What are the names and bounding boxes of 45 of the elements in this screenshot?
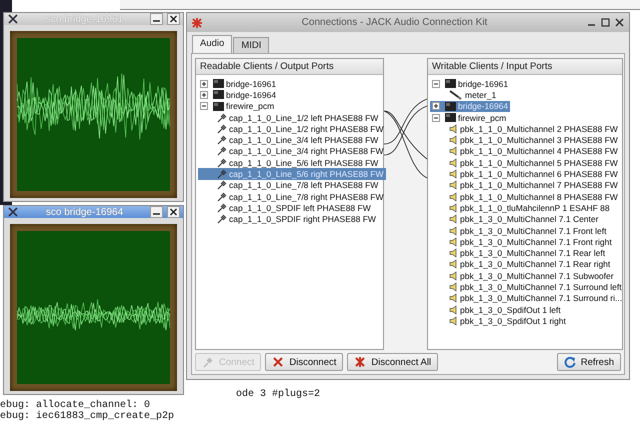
disconnect-all-button[interactable]: Disconnect All [347,353,438,371]
tree-item[interactable]: pbk_1_3_0_MultiChannel 7.1 Center [430,214,600,225]
tree-item[interactable]: pbk_1_3_0_MultiChannel 7.1 Surround left [430,281,624,293]
refresh-button[interactable]: Refresh [556,353,621,371]
tree-item[interactable]: cap_1_1_0_Line_3/4 left PHASE88 FW [198,134,380,146]
tree-item[interactable]: pbk_1_1_0_tluMahcilennP 1 ESAHF 88 [430,202,612,214]
tree-item[interactable]: cap_1_1_0_Line_5/6 left PHASE88 FW [198,157,380,168]
tree-item[interactable]: cap_1_1_0_Line_3/4 right PHASE88 FW [198,146,386,158]
panel-header: Readable Clients / Output Ports [196,59,383,75]
tree-item[interactable]: pbk_1_1_0_Multichannel 4 PHASE88 FW [430,146,620,158]
tab[interactable]: MIDI [233,37,270,53]
tree-item[interactable]: cap_1_1_0_Line_1/2 left PHASE88 FW [198,112,380,124]
tree-item[interactable]: pbk_1_1_0_Multichannel 2 PHASE88 FW [430,123,620,134]
window-title: sco bridge-16964 [44,206,124,218]
tree-item[interactable]: pbk_1_1_0_Multichannel 8 PHASE88 FW [430,190,620,202]
window-title: Connections - JACK Audio Connection Kit [300,17,488,28]
tree-item[interactable]: cap_1_1_0_SPDIF right PHASE88 FW [198,214,378,225]
tree-item[interactable]: pbk_1_1_0_Multichannel 7 PHASE88 FW [430,180,620,191]
tree-item[interactable]: bridge-16964 [198,89,278,101]
tree-item[interactable]: pbk_1_3_0_MultiChannel 7.1 Front right [430,236,614,248]
tab[interactable]: Audio [192,35,232,53]
terminal-line: ebug: allocate_channel: 0 [0,400,150,411]
tree-item[interactable]: pbk_1_1_0_Multichannel 3 PHASE88 FW [430,134,620,146]
terminal-line: ebug: iec61883_cmp_create_p2p [0,411,174,422]
tree-item[interactable]: cap_1_1_0_Line_7/8 left PHASE88 FW [198,180,380,191]
tree-item[interactable]: cap_1_1_0_Line_1/2 right PHASE88 FW [198,123,386,134]
tree-item[interactable]: pbk_1_3_0_MultiChannel 7.1 Subwoofer [430,270,616,282]
terminal-line: ode 3 #plugs=2 [236,389,320,400]
tree-item[interactable]: firewire_pcm [198,100,276,112]
tree-item[interactable]: pbk_1_3_0_SpdifOut 1 right [430,315,568,327]
tree-item[interactable]: pbk_1_3_0_MultiChannel 7.1 Rear right [430,258,612,270]
tree-item[interactable]: firewire_pcm [430,112,508,124]
tree-item[interactable]: cap_1_1_0_Line_7/8 right PHASE88 FW [198,190,386,202]
tree-item[interactable]: pbk_1_1_0_Multichannel 5 PHASE88 FW [430,157,620,168]
tree-item[interactable]: pbk_1_3_0_MultiChannel 7.1 Front left [430,224,608,236]
tree-item[interactable]: bridge-16961 [198,78,278,90]
tree-item[interactable]: pbk_1_3_0_MultiChannel 7.1 Surround ri... [430,292,624,304]
panel-header: Writable Clients / Input Ports [428,59,622,75]
disconnect-button[interactable]: Disconnect [265,353,344,371]
tree-item[interactable]: bridge-16961 [430,78,510,90]
tree-item[interactable]: pbk_1_3_0_MultiChannel 7.1 Rear left [430,247,608,259]
tree-item[interactable]: pbk_1_1_0_Multichannel 6 PHASE88 FW [430,168,620,180]
tree-item[interactable]: pbk_1_3_0_SpdifOut 1 left [430,304,563,316]
tree-item[interactable]: cap_1_1_0_SPDIF left PHASE88 FW [198,202,373,214]
tree-item[interactable]: meter_1 [430,89,498,101]
